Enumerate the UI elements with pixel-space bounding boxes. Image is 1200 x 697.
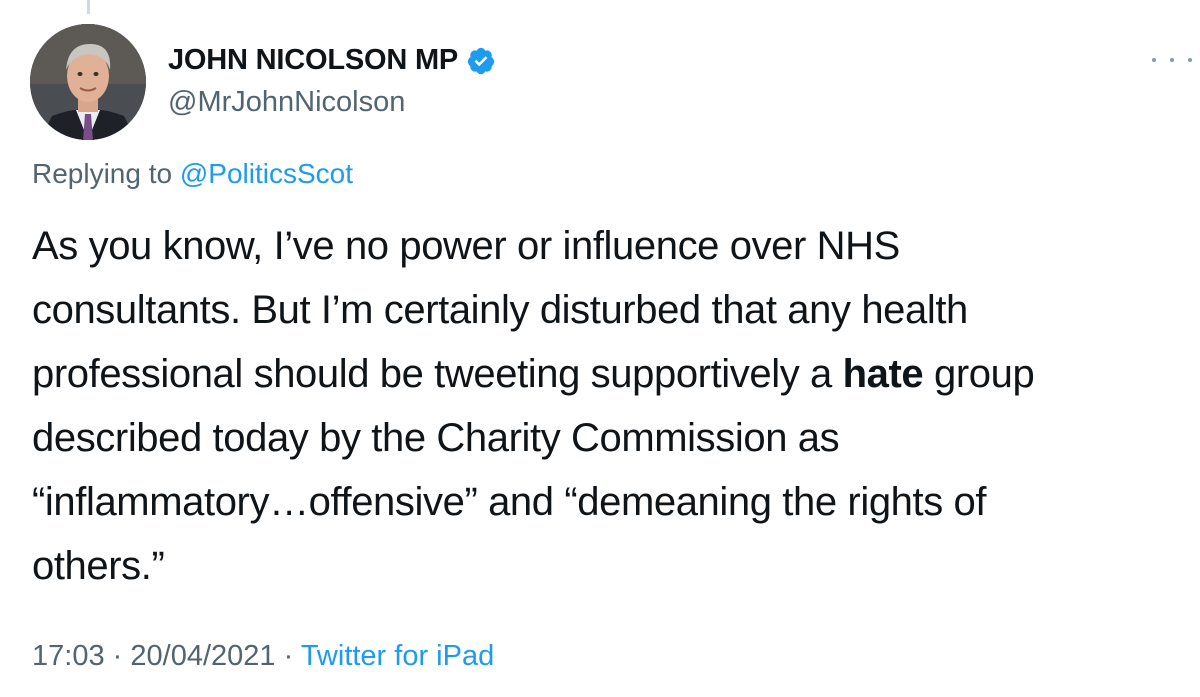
- replying-to-line: Replying to @PoliticsScot: [32, 158, 353, 190]
- author-name-row[interactable]: JOHN NICOLSON MP: [168, 44, 496, 77]
- tweet-time[interactable]: 17:03: [32, 640, 105, 672]
- tweet-source-link[interactable]: Twitter for iPad: [301, 640, 494, 672]
- author-display-name[interactable]: JOHN NICOLSON MP: [168, 44, 458, 77]
- verified-badge-icon: [466, 46, 496, 76]
- avatar[interactable]: [30, 24, 146, 140]
- tweet-text-segment: consultants. But I’m certainly disturbed…: [32, 288, 968, 332]
- tweet-line: consultants. But I’m certainly disturbed…: [32, 278, 1172, 342]
- tweet-date[interactable]: 20/04/2021: [130, 640, 275, 672]
- tweet-text-segment: “inflammatory…offensive” and “demeaning …: [32, 480, 987, 524]
- tweet-text-segment: others.”: [32, 544, 165, 588]
- more-options-icon[interactable]: [1152, 50, 1192, 70]
- more-dot: [1188, 58, 1192, 62]
- more-dot: [1170, 58, 1174, 62]
- meta-separator: ·: [283, 640, 294, 672]
- tweet-text-segment: professional should be tweeting supporti…: [32, 352, 843, 396]
- author-handle[interactable]: @MrJohnNicolson: [168, 86, 405, 119]
- tweet-bold-word: hate: [842, 352, 924, 396]
- tweet-line: others.”: [32, 534, 1172, 598]
- thread-connector-line: [87, 0, 90, 14]
- meta-separator: ·: [112, 640, 123, 672]
- tweet-text-segment: As you know, I’ve no power or influence …: [32, 224, 900, 268]
- replying-to-label: Replying to: [32, 158, 173, 189]
- tweet-text-segment: described today by the Charity Commissio…: [32, 416, 840, 460]
- tweet-text-segment: group: [923, 352, 1035, 396]
- reply-mention-link[interactable]: @PoliticsScot: [180, 158, 353, 189]
- avatar-photo-icon: [30, 24, 146, 140]
- tweet-line: described today by the Charity Commissio…: [32, 406, 1172, 470]
- more-dot: [1152, 58, 1156, 62]
- tweet-line: “inflammatory…offensive” and “demeaning …: [32, 470, 1172, 534]
- tweet-line: professional should be tweeting supporti…: [32, 342, 1172, 406]
- tweet-line: As you know, I’ve no power or influence …: [32, 214, 1172, 278]
- tweet-metadata: 17:03 · 20/04/2021 · Twitter for iPad: [32, 640, 494, 673]
- tweet-text: As you know, I’ve no power or influence …: [32, 214, 1172, 598]
